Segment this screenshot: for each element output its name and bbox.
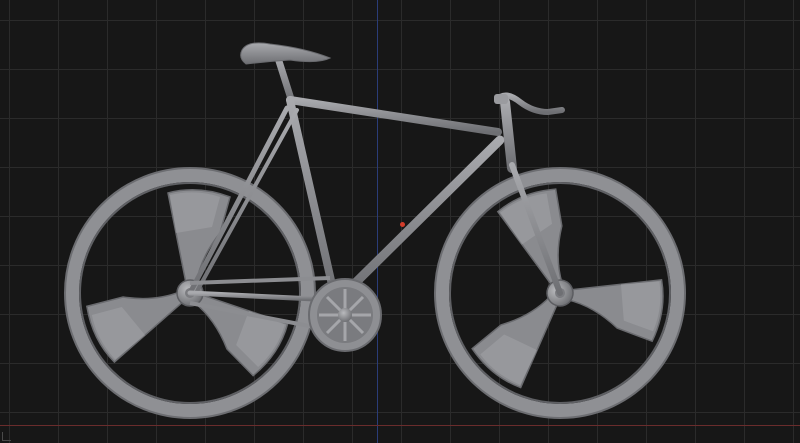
seat-post <box>274 54 296 106</box>
head-tube <box>500 97 517 173</box>
chainring[interactable] <box>308 278 382 352</box>
3d-viewport[interactable] <box>0 0 800 443</box>
top-tube <box>286 96 502 136</box>
saddle[interactable] <box>240 42 332 65</box>
3d-cursor-origin <box>400 222 405 227</box>
